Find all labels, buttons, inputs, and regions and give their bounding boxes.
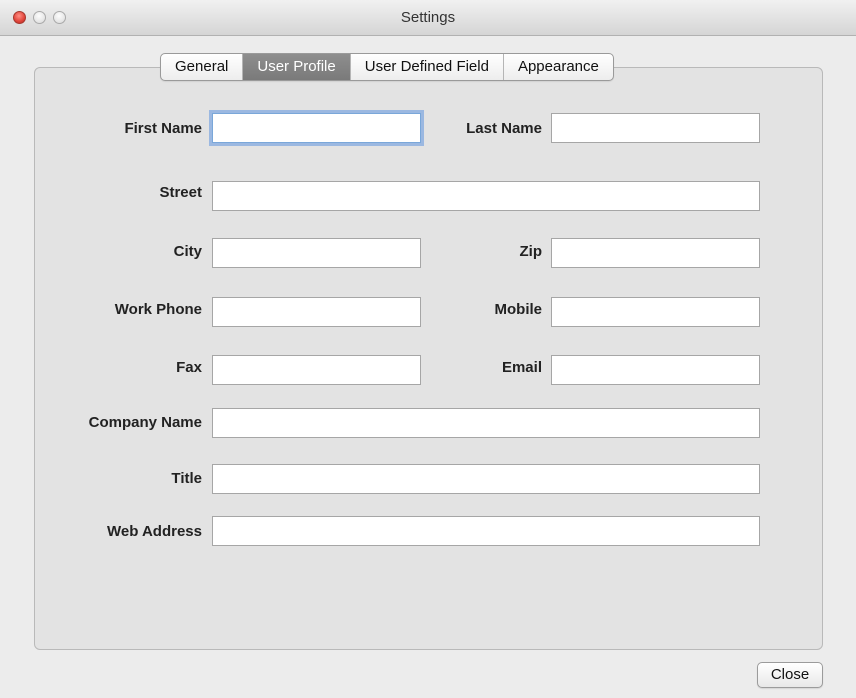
email-label: Email	[501, 359, 542, 376]
fax-field[interactable]	[212, 355, 421, 385]
zip-label: Zip	[519, 243, 543, 260]
window-titlebar[interactable]: Settings	[0, 0, 856, 36]
zip-field[interactable]	[551, 238, 760, 268]
work-phone-label: Work Phone	[114, 301, 202, 318]
last-name-field[interactable]	[551, 113, 760, 143]
title-label: Title	[171, 470, 202, 487]
city-label: City	[173, 243, 202, 260]
city-field[interactable]	[212, 238, 421, 268]
last-name-label: Last Name	[466, 120, 542, 137]
street-label: Street	[159, 184, 202, 201]
tab-user-defined-field[interactable]: User Defined Field	[351, 54, 504, 80]
email-field[interactable]	[551, 355, 760, 385]
first-name-label: First Name	[124, 120, 202, 137]
tab-user-profile[interactable]: User Profile	[243, 54, 351, 80]
mobile-field[interactable]	[551, 297, 760, 327]
window-title: Settings	[400, 9, 456, 26]
company-name-label: Company Name	[88, 414, 202, 431]
mobile-label: Mobile	[494, 301, 543, 318]
title-field[interactable]	[212, 464, 760, 494]
company-name-field[interactable]	[212, 408, 760, 438]
tab-general[interactable]: General	[161, 54, 244, 80]
work-phone-field[interactable]	[212, 297, 421, 327]
close-button[interactable]: Close	[757, 662, 823, 688]
tab-bar: General User Profile User Defined Field …	[160, 53, 614, 81]
fax-label: Fax	[176, 359, 202, 376]
web-address-field[interactable]	[212, 516, 760, 546]
web-address-label: Web Address	[106, 523, 202, 540]
first-name-field[interactable]	[212, 113, 421, 143]
street-field[interactable]	[212, 181, 760, 211]
tab-appearance[interactable]: Appearance	[504, 54, 613, 80]
